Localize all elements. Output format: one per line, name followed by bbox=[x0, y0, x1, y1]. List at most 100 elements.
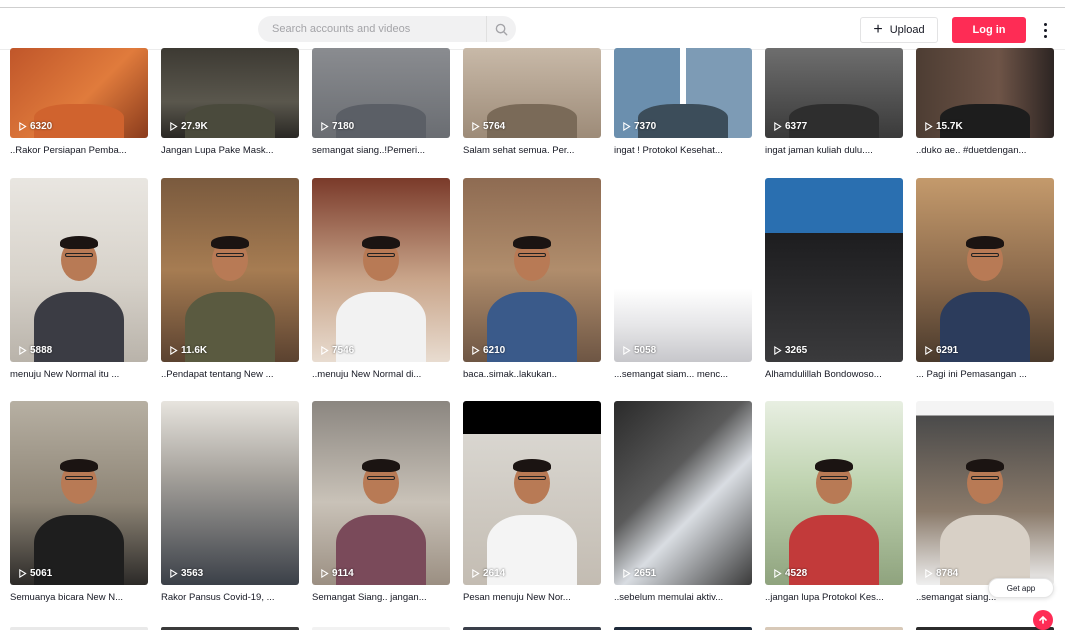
video-caption[interactable]: Rakor Pansus Covid-19, ... bbox=[161, 592, 299, 606]
video-caption[interactable]: Jangan Lupa Pake Mask... bbox=[161, 145, 299, 159]
play-icon bbox=[472, 122, 480, 131]
video-caption[interactable]: ...semangat siam... menc... bbox=[614, 369, 752, 383]
video-thumbnail[interactable]: 5061 bbox=[10, 401, 148, 585]
video-card[interactable]: 6291 ... Pagi ini Pemasangan ... bbox=[916, 178, 1054, 383]
video-card[interactable]: 7180 semangat siang..!Pemeri... bbox=[312, 48, 450, 159]
play-icon bbox=[925, 346, 933, 355]
video-card[interactable]: 11.6K ..Pendapat tentang New ... bbox=[161, 178, 299, 383]
video-thumbnail[interactable]: 11.6K bbox=[161, 178, 299, 362]
view-count: 8784 bbox=[924, 568, 958, 579]
play-icon bbox=[321, 569, 329, 578]
video-thumbnail[interactable]: 3265 bbox=[765, 178, 903, 362]
video-thumbnail[interactable]: 9114 bbox=[312, 401, 450, 585]
video-card[interactable]: 7370 ingat ! Protokol Kesehat... bbox=[614, 48, 752, 159]
video-caption[interactable]: ingat jaman kuliah dulu.... bbox=[765, 145, 903, 159]
person-hair bbox=[966, 236, 1004, 249]
video-card[interactable]: 3265 Alhamdulillah Bondowoso... bbox=[765, 178, 903, 383]
video-thumbnail[interactable]: 15.7K bbox=[916, 48, 1054, 138]
video-card[interactable]: 6377 ingat jaman kuliah dulu.... bbox=[765, 48, 903, 159]
video-caption[interactable]: Salam sehat semua. Per... bbox=[463, 145, 601, 159]
video-thumbnail[interactable]: 4528 bbox=[765, 401, 903, 585]
view-count-text: 7180 bbox=[332, 121, 355, 132]
video-caption[interactable]: ..Rakor Persiapan Pemba... bbox=[10, 145, 148, 159]
get-app-button[interactable]: Get app bbox=[988, 578, 1054, 598]
video-card[interactable]: 9114 Semangat Siang.. jangan... bbox=[312, 401, 450, 606]
video-card[interactable]: 5058 ...semangat siam... menc... bbox=[614, 178, 752, 383]
video-caption[interactable]: ..sebelum memulai aktiv... bbox=[614, 592, 752, 606]
play-icon bbox=[925, 569, 933, 578]
video-thumbnail[interactable]: 27.9K bbox=[161, 48, 299, 138]
play-icon bbox=[623, 569, 631, 578]
view-count-text: 7370 bbox=[634, 121, 657, 132]
video-thumbnail[interactable]: 6320 bbox=[10, 48, 148, 138]
video-caption[interactable]: Semangat Siang.. jangan... bbox=[312, 592, 450, 606]
view-count-text: 6377 bbox=[785, 121, 808, 132]
person-hair bbox=[60, 236, 98, 249]
person-hair bbox=[966, 459, 1004, 472]
video-thumbnail[interactable]: 6210 bbox=[463, 178, 601, 362]
video-caption[interactable]: Semuanya bicara New N... bbox=[10, 592, 148, 606]
search-icon[interactable] bbox=[486, 16, 516, 42]
view-count: 6320 bbox=[18, 121, 52, 132]
view-count: 27.9K bbox=[169, 121, 208, 132]
video-card[interactable]: 3563 Rakor Pansus Covid-19, ... bbox=[161, 401, 299, 606]
upload-button[interactable]: + Upload bbox=[860, 17, 938, 43]
video-card[interactable]: 7546 ..menuju New Normal di... bbox=[312, 178, 450, 383]
video-card[interactable]: 2614 Pesan menuju New Nor... bbox=[463, 401, 601, 606]
play-icon bbox=[19, 122, 27, 131]
video-caption[interactable]: ..menuju New Normal di... bbox=[312, 369, 450, 383]
view-count-text: 6320 bbox=[30, 121, 53, 132]
back-to-top-button[interactable] bbox=[1033, 610, 1053, 630]
video-card[interactable]: 6320 ..Rakor Persiapan Pemba... bbox=[10, 48, 148, 159]
video-card[interactable]: 5764 Salam sehat semua. Per... bbox=[463, 48, 601, 159]
video-thumbnail[interactable]: 7370 bbox=[614, 48, 752, 138]
arrow-up-icon bbox=[1039, 615, 1047, 624]
video-thumbnail[interactable]: 5058 bbox=[614, 178, 752, 362]
person-hair bbox=[513, 236, 551, 249]
video-caption[interactable]: menuju New Normal itu ... bbox=[10, 369, 148, 383]
video-caption[interactable]: ..Pendapat tentang New ... bbox=[161, 369, 299, 383]
video-thumbnail[interactable]: 5764 bbox=[463, 48, 601, 138]
video-card[interactable]: 6210 baca..simak..lakukan.. bbox=[463, 178, 601, 383]
video-card[interactable]: 5061 Semuanya bicara New N... bbox=[10, 401, 148, 606]
video-thumbnail[interactable]: 8784 bbox=[916, 401, 1054, 585]
video-card[interactable]: 4528 ..jangan lupa Protokol Kes... bbox=[765, 401, 903, 606]
video-caption[interactable]: ..jangan lupa Protokol Kes... bbox=[765, 592, 903, 606]
view-count: 5061 bbox=[18, 568, 52, 579]
video-caption[interactable]: Alhamdulillah Bondowoso... bbox=[765, 369, 903, 383]
video-thumbnail[interactable]: 5888 bbox=[10, 178, 148, 362]
video-thumbnail[interactable]: 7546 bbox=[312, 178, 450, 362]
video-thumbnail[interactable]: 2614 bbox=[463, 401, 601, 585]
play-icon bbox=[774, 346, 782, 355]
play-icon bbox=[170, 122, 178, 131]
video-caption[interactable]: baca..simak..lakukan.. bbox=[463, 369, 601, 383]
video-caption[interactable]: ..duko ae.. #duetdengan... bbox=[916, 145, 1054, 159]
view-count-text: 15.7K bbox=[936, 121, 963, 132]
video-card[interactable]: 27.9K Jangan Lupa Pake Mask... bbox=[161, 48, 299, 159]
video-thumbnail[interactable]: 7180 bbox=[312, 48, 450, 138]
play-icon bbox=[774, 569, 782, 578]
play-icon bbox=[774, 122, 782, 131]
video-card[interactable]: 8784 ..semangat siang... bbox=[916, 401, 1054, 606]
video-caption[interactable]: semangat siang..!Pemeri... bbox=[312, 145, 450, 159]
search-input[interactable] bbox=[258, 23, 486, 35]
video-card[interactable]: 5888 menuju New Normal itu ... bbox=[10, 178, 148, 383]
person-hair bbox=[362, 459, 400, 472]
video-thumbnail[interactable]: 6377 bbox=[765, 48, 903, 138]
video-thumbnail[interactable]: 2651 bbox=[614, 401, 752, 585]
video-caption[interactable]: Pesan menuju New Nor... bbox=[463, 592, 601, 606]
video-caption[interactable]: ... Pagi ini Pemasangan ... bbox=[916, 369, 1054, 383]
play-icon bbox=[623, 346, 631, 355]
view-count: 6291 bbox=[924, 345, 958, 356]
view-count-text: 3265 bbox=[785, 345, 808, 356]
video-caption[interactable]: ingat ! Protokol Kesehat... bbox=[614, 145, 752, 159]
video-thumbnail[interactable]: 6291 bbox=[916, 178, 1054, 362]
view-count: 5888 bbox=[18, 345, 52, 356]
more-options-icon[interactable] bbox=[1038, 17, 1052, 43]
video-card[interactable]: 2651 ..sebelum memulai aktiv... bbox=[614, 401, 752, 606]
search-bar[interactable] bbox=[258, 16, 516, 42]
video-thumbnail[interactable]: 3563 bbox=[161, 401, 299, 585]
login-button[interactable]: Log in bbox=[952, 17, 1026, 43]
video-card[interactable]: 15.7K ..duko ae.. #duetdengan... bbox=[916, 48, 1054, 159]
view-count: 15.7K bbox=[924, 121, 963, 132]
